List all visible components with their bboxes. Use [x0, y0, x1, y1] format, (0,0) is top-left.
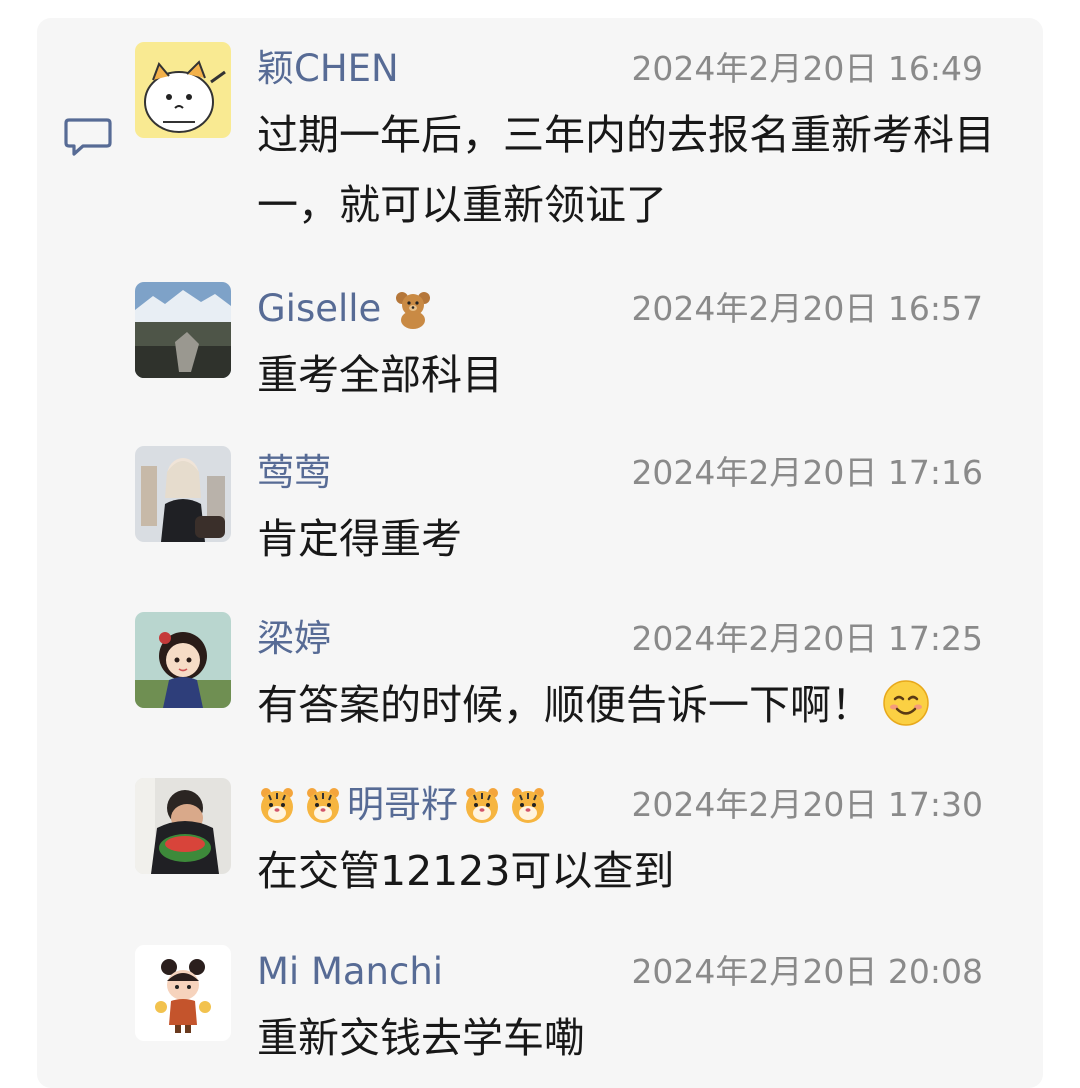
comment-item: Giselle 2024年2月20日 16:57 重考全部科目: [135, 282, 1015, 402]
commenter-name[interactable]: Mi Manchi: [257, 948, 443, 996]
commenter-name[interactable]: Giselle: [257, 285, 433, 333]
commenter-name[interactable]: 梁婷: [257, 615, 331, 663]
commenter-name-label: 明哥籽: [347, 783, 458, 826]
comment-timestamp: 2024年2月20日 17:16: [631, 453, 983, 492]
tiger-face-icon: [466, 788, 498, 823]
comment-text: 重新交钱去学车嘞: [257, 1014, 585, 1062]
teddy-bear-icon: [396, 292, 431, 329]
smiling-face-icon: [883, 680, 929, 726]
comment-text: 重考全部科目: [257, 351, 503, 399]
comment-timestamp: 2024年2月20日 16:57: [631, 289, 983, 328]
avatar[interactable]: [135, 945, 231, 1041]
comment-item: 梁婷 2024年2月20日 17:25 有答案的时候，顺便告诉一下啊！: [135, 612, 1015, 732]
comment-item: 莺莺 2024年2月20日 17:16 肯定得重考: [135, 446, 1015, 566]
tiger-face-icon: [261, 788, 293, 823]
comment-text: 肯定得重考: [257, 515, 462, 563]
avatar[interactable]: [135, 778, 231, 874]
commenter-name[interactable]: 颖CHEN: [257, 45, 399, 93]
tiger-face-icon: [512, 788, 544, 823]
commenter-name[interactable]: 莺莺: [257, 449, 331, 497]
avatar[interactable]: [135, 612, 231, 708]
comment-text: 过期一年后，三年内的去报名重新考科目一，就可以重新领证了: [257, 111, 995, 229]
comment-text: 在交管12123可以查到: [257, 847, 675, 895]
tiger-face-icon: [307, 788, 339, 823]
comment-item: 明哥籽 2024年2月20日 17:30 在交管12123可以查到: [135, 778, 1015, 898]
commenter-name[interactable]: 明哥籽: [257, 781, 548, 829]
comment-item: Mi Manchi 2024年2月20日 20:08 重新交钱去学车嘞: [135, 945, 1015, 1065]
comment-timestamp: 2024年2月20日 16:49: [631, 49, 983, 88]
commenter-name-label: Giselle: [257, 287, 382, 330]
avatar[interactable]: [135, 42, 231, 138]
comment-item: 颖CHEN 2024年2月20日 16:49 过期一年后，三年内的去报名重新考科…: [135, 42, 1015, 242]
comment-timestamp: 2024年2月20日 20:08: [631, 952, 983, 991]
comment-timestamp: 2024年2月20日 17:25: [631, 619, 983, 658]
comment-icon[interactable]: [63, 116, 113, 158]
comment-text-body: 有答案的时候，顺便告诉一下啊！: [257, 681, 872, 729]
avatar[interactable]: [135, 282, 231, 378]
comment-text: 有答案的时候，顺便告诉一下啊！: [257, 670, 997, 740]
comment-timestamp: 2024年2月20日 17:30: [631, 785, 983, 824]
avatar[interactable]: [135, 446, 231, 542]
